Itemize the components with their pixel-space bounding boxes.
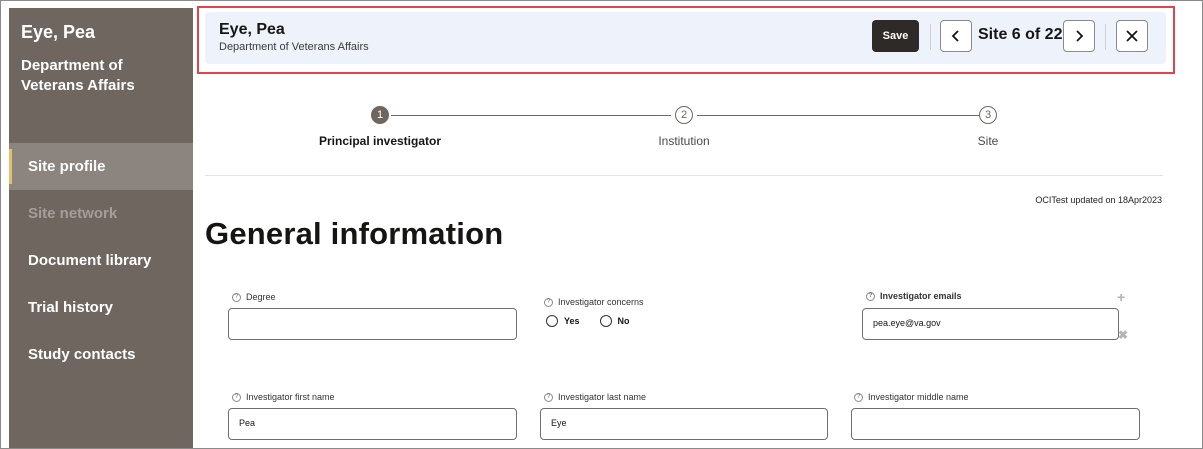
sidebar-item-document-library[interactable]: Document library: [9, 237, 193, 284]
degree-input[interactable]: [228, 308, 517, 340]
email-field[interactable]: pea.eye@va.gov: [862, 308, 1119, 340]
first-name-label-text: Investigator first name: [246, 392, 335, 402]
step-2-label[interactable]: Institution: [658, 134, 709, 148]
middle-name-label-text: Investigator middle name: [868, 392, 969, 402]
radio-circle-icon: [546, 315, 558, 327]
chevron-right-icon: [1076, 30, 1084, 42]
concerns-label-text: Investigator concerns: [558, 297, 644, 307]
middle-name-input[interactable]: [851, 408, 1140, 440]
help-icon[interactable]: ?: [232, 292, 241, 302]
sidebar: Eye, Pea Department of Veterans Affairs …: [9, 8, 193, 448]
updated-timestamp: OCITest updated on 18Apr2023: [1035, 195, 1162, 205]
concerns-label: ? Investigator concerns: [544, 297, 644, 307]
concerns-yes-radio[interactable]: Yes: [546, 315, 580, 327]
first-name-label: ? Investigator first name: [232, 392, 335, 402]
step-3-indicator[interactable]: 3: [979, 106, 997, 124]
record-org: Department of Veterans Affairs: [219, 41, 369, 53]
radio-yes-label: Yes: [564, 316, 580, 326]
last-name-label: ? Investigator last name: [544, 392, 646, 402]
sidebar-title: Eye, Pea: [21, 22, 96, 42]
sidebar-item-trial-history[interactable]: Trial history: [9, 284, 193, 331]
emails-label: ? Investigator emails: [866, 291, 962, 301]
sidebar-item-study-contacts[interactable]: Study contacts: [9, 331, 193, 378]
site-counter: Site 6 of 22: [978, 26, 1063, 43]
app-window: Eye, Pea Department of Veterans Affairs …: [0, 0, 1203, 449]
middle-name-label: ? Investigator middle name: [854, 392, 969, 402]
last-name-label-text: Investigator last name: [558, 392, 647, 402]
emails-label-text: Investigator emails: [880, 291, 962, 301]
remove-email-icon[interactable]: ✖: [1118, 328, 1128, 342]
sidebar-item-site-network: Site network: [28, 205, 118, 222]
page-title: General information: [205, 216, 504, 251]
sidebar-item-site-profile[interactable]: Site profile: [9, 143, 193, 190]
divider: [205, 175, 1163, 176]
add-email-icon[interactable]: +: [1117, 289, 1125, 305]
close-button[interactable]: [1116, 20, 1148, 52]
concerns-radio-group: Yes No: [546, 315, 630, 327]
next-site-button[interactable]: [1063, 20, 1095, 52]
degree-label-text: Degree: [246, 292, 276, 302]
degree-label: ? Degree: [232, 292, 276, 302]
radio-circle-icon: [599, 315, 612, 327]
record-header: Eye, Pea Department of Veterans Affairs …: [205, 12, 1166, 64]
step-1-indicator[interactable]: 1: [371, 106, 389, 124]
help-icon[interactable]: ?: [232, 392, 241, 402]
divider: [1105, 24, 1106, 50]
chevron-left-icon: [951, 30, 959, 42]
step-1-label[interactable]: Principal investigator: [319, 134, 441, 148]
help-icon[interactable]: ?: [544, 392, 553, 402]
step-3-label[interactable]: Site: [978, 134, 999, 148]
divider: [930, 24, 931, 50]
step-connector: [697, 115, 979, 116]
sidebar-nav: Site profile Site network Document libra…: [9, 143, 193, 378]
help-icon[interactable]: ?: [866, 291, 875, 301]
previous-site-button[interactable]: [940, 20, 972, 52]
first-name-input[interactable]: Pea: [228, 408, 517, 440]
step-connector: [391, 115, 671, 116]
concerns-no-radio[interactable]: No: [599, 315, 630, 327]
last-name-input[interactable]: Eye: [540, 408, 828, 440]
close-icon: [1126, 30, 1138, 42]
record-name: Eye, Pea: [219, 21, 285, 38]
radio-no-label: No: [617, 316, 630, 326]
help-icon[interactable]: ?: [544, 297, 553, 307]
help-icon[interactable]: ?: [854, 392, 863, 402]
step-2-indicator[interactable]: 2: [675, 106, 693, 124]
sidebar-org: Department of Veterans Affairs: [21, 57, 135, 94]
save-button[interactable]: Save: [872, 20, 919, 52]
progress-stepper: 1 2 3 Principal investigator Institution…: [201, 101, 1161, 161]
